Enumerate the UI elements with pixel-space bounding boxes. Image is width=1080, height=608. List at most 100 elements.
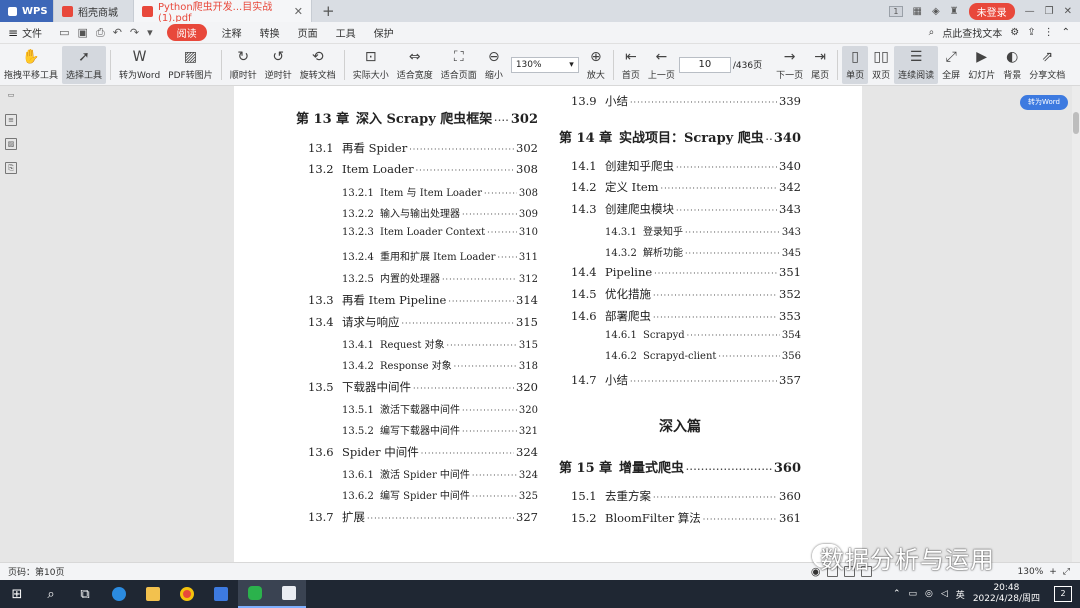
- image-panel-icon[interactable]: ▨: [5, 138, 17, 150]
- single-page-button[interactable]: ▯ 单页: [842, 45, 869, 84]
- undo-icon[interactable]: ↶: [113, 26, 122, 40]
- menu-read[interactable]: 阅读: [166, 24, 207, 41]
- taskbar-search-button[interactable]: ⌕: [34, 580, 68, 608]
- toc-entry-sec[interactable]: 13.1 再看 Spider 302: [296, 140, 538, 156]
- gift-icon[interactable]: ♜: [950, 6, 959, 17]
- zoom-out-button[interactable]: ⊖ 缩小: [481, 46, 507, 84]
- bookmark-icon[interactable]: ≡: [5, 114, 17, 126]
- toc-entry-sec[interactable]: 13.4 请求与响应 315: [296, 314, 538, 330]
- rotate-cw-button[interactable]: ↻ 顺时针: [226, 46, 261, 84]
- dropdown-icon[interactable]: ▾: [147, 26, 153, 40]
- pan-tool-button[interactable]: ✋ 拖拽平移工具: [0, 46, 62, 84]
- open-icon[interactable]: ▭: [59, 26, 69, 40]
- fit-width-button[interactable]: ⇔ 适合宽度: [393, 46, 437, 84]
- zoom-in-button[interactable]: ⊕ 放大: [583, 46, 609, 84]
- grid-icon[interactable]: ▦: [913, 6, 922, 17]
- toc-entry-chap[interactable]: 第 14 章实战项目：Scrapy 爬虫 340: [559, 127, 801, 146]
- print-icon[interactable]: ⎙: [96, 26, 105, 40]
- fit-page-button[interactable]: ⛶ 适合页面: [437, 46, 481, 84]
- toc-entry-sub[interactable]: 13.2.5 内置的处理器 312: [296, 270, 538, 285]
- toc-entry-sec[interactable]: 13.6 Spider 中间件 324: [296, 444, 538, 460]
- to-word-button[interactable]: W 转为Word: [115, 46, 164, 84]
- toc-entry-sec[interactable]: 13.9 小结 339: [559, 93, 801, 109]
- select-tool-button[interactable]: ➚ 选择工具: [62, 45, 107, 84]
- tab-close-icon[interactable]: ✕: [294, 5, 303, 18]
- taskbar-wps[interactable]: [272, 580, 306, 608]
- network-icon[interactable]: ◎: [925, 589, 933, 599]
- first-page-button[interactable]: ⇤ 首页: [618, 46, 644, 84]
- toc-entry-sub[interactable]: 13.5.1 激活下载器中间件 320: [296, 401, 538, 416]
- toc-entry-sec[interactable]: 13.2 Item Loader 308: [296, 162, 538, 176]
- fit-icon[interactable]: ⤢: [1063, 567, 1070, 577]
- convert-to-word-button[interactable]: 转为Word: [1020, 95, 1068, 110]
- toc-entry-chap[interactable]: 第 13 章深入 Scrapy 爬虫框架 302: [296, 108, 538, 127]
- toc-entry-sub[interactable]: 13.2.4 重用和扩展 Item Loader 311: [296, 248, 538, 263]
- menu-page[interactable]: 页面: [289, 25, 327, 40]
- toc-entry-sub[interactable]: 13.2.3 Item Loader Context 310: [296, 227, 538, 238]
- rotate-ccw-button[interactable]: ↺ 逆时针: [261, 46, 296, 84]
- next-page-button[interactable]: → 下一页: [772, 46, 807, 84]
- close-window-icon[interactable]: ✕: [1064, 6, 1072, 17]
- volume-icon[interactable]: ◁: [941, 589, 948, 599]
- scrollbar-thumb[interactable]: [1073, 112, 1079, 134]
- toc-entry-sec[interactable]: 14.2 定义 Item 342: [559, 179, 801, 195]
- toc-entry-sub[interactable]: 13.6.1 激活 Spider 中间件 324: [296, 466, 538, 481]
- start-button[interactable]: ⊞: [0, 580, 34, 608]
- clock[interactable]: 20:48 2022/4/28/周四: [973, 583, 1040, 605]
- toc-entry-sec[interactable]: 15.1 去重方案 360: [559, 488, 801, 504]
- share-icon[interactable]: ⇪: [1027, 27, 1035, 38]
- zoom-slider-plus-icon[interactable]: +: [1049, 567, 1057, 577]
- redo-icon[interactable]: ↷: [130, 26, 139, 40]
- toc-entry-sec[interactable]: 15.2 BloomFilter 算法 361: [559, 510, 801, 526]
- window-count-badge[interactable]: 1: [889, 5, 903, 17]
- notification-button[interactable]: 2: [1054, 586, 1072, 602]
- tray-expand-icon[interactable]: ⌃: [893, 589, 901, 599]
- toc-entry-sec[interactable]: 13.7 扩展 327: [296, 509, 538, 525]
- toc-entry-sec[interactable]: 14.1 创建知乎爬虫 340: [559, 158, 801, 174]
- menu-annotate[interactable]: 注释: [213, 25, 251, 40]
- toc-entry-sec[interactable]: 14.4 Pipeline 351: [559, 265, 801, 279]
- continuous-button[interactable]: ☰ 连续阅读: [894, 45, 939, 84]
- toc-entry-sub[interactable]: 13.5.2 编写下载器中间件 321: [296, 422, 538, 437]
- toc-entry-sub[interactable]: 13.2.2 输入与输出处理器 309: [296, 205, 538, 220]
- collapse-icon[interactable]: ⌃: [1062, 27, 1070, 38]
- background-button[interactable]: ◐ 背景: [999, 46, 1025, 84]
- actual-size-button[interactable]: ⊡ 实际大小: [349, 46, 393, 84]
- slideshow-button[interactable]: ▶ 幻灯片: [964, 46, 999, 84]
- menu-protect[interactable]: 保护: [365, 25, 403, 40]
- toc-entry-sub[interactable]: 13.2.1 Item 与 Item Loader 308: [296, 184, 538, 199]
- taskbar-mail[interactable]: [204, 580, 238, 608]
- rotate-doc-button[interactable]: ⟲ 旋转文档: [296, 46, 340, 84]
- last-page-button[interactable]: ⇥ 尾页: [807, 46, 833, 84]
- tab-store[interactable]: 稻壳商城: [54, 0, 134, 22]
- toc-entry-sub[interactable]: 13.4.1 Request 对象 315: [296, 336, 538, 351]
- double-page-button[interactable]: ▯▯ 双页: [868, 46, 894, 84]
- toc-entry-chap[interactable]: 第 15 章增量式爬虫 360: [559, 457, 801, 476]
- vertical-scrollbar[interactable]: [1072, 86, 1080, 562]
- login-button[interactable]: 未登录: [968, 2, 1015, 20]
- restore-icon[interactable]: ❐: [1045, 6, 1054, 17]
- zoom-select[interactable]: 130% ▾: [510, 56, 579, 73]
- toc-entry-sec[interactable]: 14.5 优化措施 352: [559, 286, 801, 302]
- new-tab-button[interactable]: +: [312, 0, 345, 22]
- search-text-link[interactable]: 点此查找文本: [942, 25, 1002, 40]
- tab-wps[interactable]: WPS: [0, 0, 54, 22]
- skin-icon[interactable]: ◈: [932, 6, 940, 17]
- taskbar-edge[interactable]: [102, 580, 136, 608]
- fullscreen-button[interactable]: ⤢ 全屏: [938, 46, 964, 84]
- taskbar-wechat[interactable]: [238, 580, 272, 608]
- prev-page-button[interactable]: ← 上一页: [644, 46, 679, 84]
- search-icon[interactable]: ⌕: [929, 27, 935, 38]
- page-number-input[interactable]: 10: [678, 56, 731, 73]
- save-icon[interactable]: ▣: [77, 26, 87, 40]
- toc-entry-sec[interactable]: 13.3 再看 Item Pipeline 314: [296, 292, 538, 308]
- task-view-button[interactable]: ⧉: [68, 580, 102, 608]
- toc-entry-sub[interactable]: 14.3.1 登录知乎 343: [559, 223, 801, 238]
- settings-icon[interactable]: ⚙: [1010, 27, 1019, 38]
- tab-document[interactable]: Python爬虫开发...目实战(1).pdf ✕: [134, 0, 312, 24]
- toc-entry-sec[interactable]: 13.5 下载器中间件 320: [296, 379, 538, 395]
- menu-tools[interactable]: 工具: [327, 25, 365, 40]
- taskbar-explorer[interactable]: [136, 580, 170, 608]
- attachment-icon[interactable]: ⎘: [5, 162, 17, 174]
- minimize-icon[interactable]: —: [1025, 6, 1035, 17]
